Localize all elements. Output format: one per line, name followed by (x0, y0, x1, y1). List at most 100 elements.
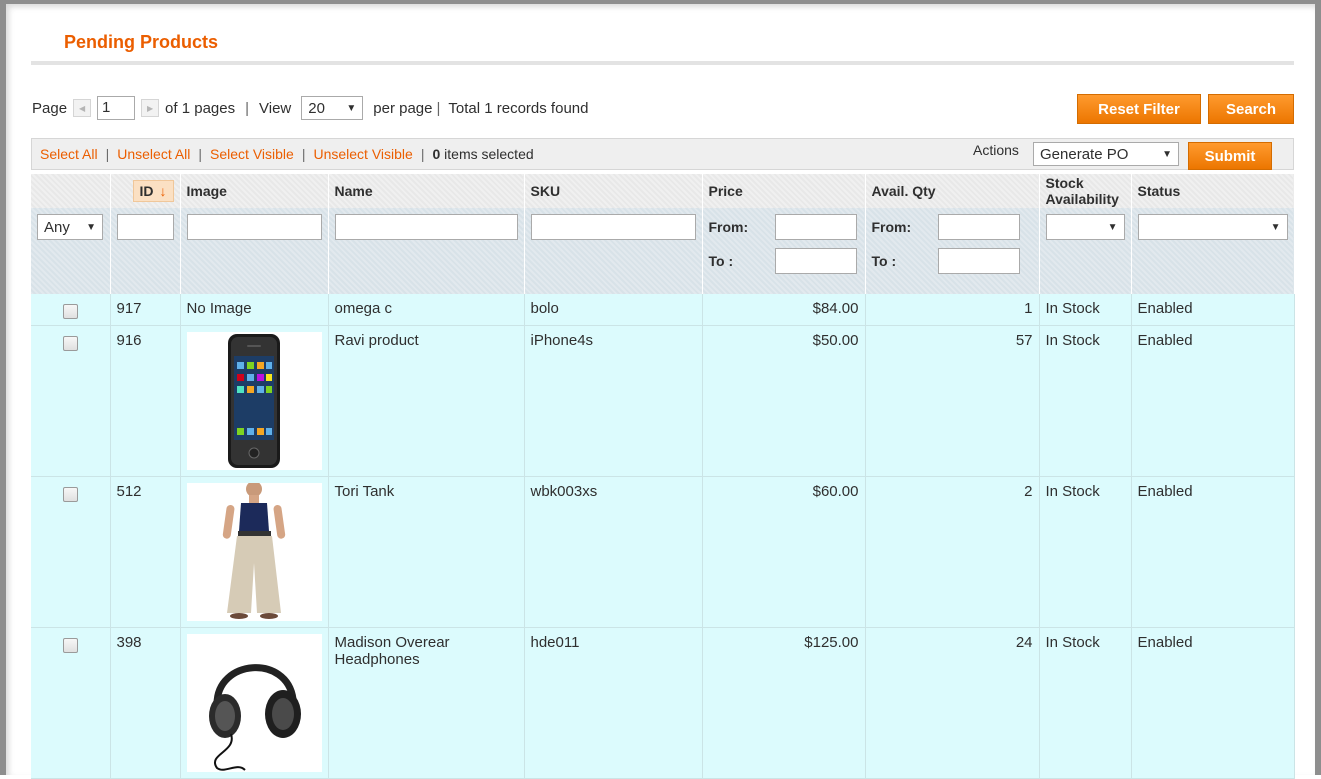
stock-filter-select[interactable]: ▼ (1045, 214, 1125, 240)
per-page-value: 20 (308, 99, 325, 117)
row-checkbox-cell (31, 476, 111, 628)
table-row[interactable]: 398 Madison Overear Headphones hde011 $1… (31, 627, 1295, 779)
row-checkbox[interactable] (62, 304, 78, 319)
cell-sku: hde011 (524, 627, 703, 779)
cell-qty: 2 (865, 476, 1040, 628)
filter-status-cell: ▼ (1131, 208, 1295, 294)
row-checkbox[interactable] (62, 336, 78, 351)
page-input[interactable]: 1 (97, 96, 136, 120)
actions-label: Actions (973, 142, 1019, 158)
triangle-down-icon: ▼ (346, 102, 357, 114)
header-image[interactable]: Image (180, 174, 329, 208)
header-id[interactable]: ID ↓ (110, 174, 181, 208)
cell-image (180, 476, 329, 628)
header-stock[interactable]: Stock Availability (1039, 174, 1132, 208)
title-divider (31, 61, 1294, 65)
cell-status: Enabled (1131, 325, 1295, 477)
cell-sku: bolo (524, 294, 703, 326)
table-row[interactable]: 512 Tori Tank wbk003xs $60.00 2 In Stock… (31, 476, 1295, 628)
header-name[interactable]: Name (328, 174, 525, 208)
id-filter-input[interactable] (116, 214, 174, 240)
qty-from-input[interactable] (937, 214, 1020, 240)
name-filter-input[interactable] (334, 214, 518, 240)
next-page-icon[interactable]: ▶ (141, 99, 160, 117)
triangle-down-icon: ▼ (86, 221, 96, 233)
qty-from-label: From: (871, 219, 912, 235)
row-checkbox[interactable] (62, 638, 78, 653)
smartphone-image (227, 334, 280, 468)
product-thumbnail (186, 634, 322, 772)
price-from-input[interactable] (774, 214, 857, 240)
products-grid: ID ↓ Image Name SKU Price Avail. Qty Stoc… (31, 174, 1295, 779)
cell-status: Enabled (1131, 476, 1295, 628)
submit-button[interactable]: Submit (1188, 142, 1272, 170)
cell-sku: iPhone4s (524, 325, 703, 477)
cell-status: Enabled (1131, 627, 1295, 779)
header-qty[interactable]: Avail. Qty (865, 174, 1040, 208)
tank-top-model-image (222, 483, 285, 619)
filter-select-cell: Any ▼ (31, 208, 111, 294)
per-page-text: per page (373, 99, 433, 117)
cell-price: $84.00 (702, 294, 866, 326)
filter-stock-cell: ▼ (1039, 208, 1132, 294)
row-checkbox-cell (31, 294, 111, 326)
filter-row: Any ▼ From: To : From: To : ▼ ▼ (31, 208, 1295, 294)
header-sku[interactable]: SKU (524, 174, 703, 208)
table-row[interactable]: 917 No Image omega c bolo $84.00 1 In St… (31, 294, 1295, 326)
link-separator: | (198, 146, 203, 162)
sort-desc-arrow-icon: ↓ (159, 183, 167, 199)
product-thumbnail (186, 332, 322, 470)
cell-stock: In Stock (1039, 627, 1132, 779)
any-select[interactable]: Any ▼ (37, 214, 103, 240)
cell-price: $60.00 (702, 476, 866, 628)
per-page-select[interactable]: 20 ▼ (301, 96, 364, 120)
filter-qty-cell: From: To : (865, 208, 1040, 294)
link-separator: | (301, 146, 306, 162)
link-separator: | (420, 146, 425, 162)
triangle-down-icon: ▼ (1107, 221, 1118, 233)
cell-stock: In Stock (1039, 476, 1132, 628)
row-checkbox[interactable] (62, 487, 78, 502)
prev-page-icon[interactable]: ◀ (73, 99, 92, 117)
table-row[interactable]: 916 Ravi product iPhone4s $50.00 57 In S… (31, 325, 1295, 477)
pager-separator: | (245, 99, 250, 117)
filter-sku-cell (524, 208, 703, 294)
product-thumbnail (186, 483, 322, 621)
cell-id: 398 (110, 627, 181, 779)
filter-image-cell (180, 208, 329, 294)
header-price[interactable]: Price (702, 174, 866, 208)
page-title: Pending Products (64, 32, 219, 52)
cell-image (180, 627, 329, 779)
cell-name: Madison Overear Headphones (328, 627, 525, 779)
cell-name: Ravi product (328, 325, 525, 477)
status-filter-select[interactable]: ▼ (1137, 214, 1288, 240)
sku-filter-input[interactable] (530, 214, 696, 240)
price-from-label: From: (708, 219, 749, 235)
image-filter-input[interactable] (186, 214, 322, 240)
action-value: Generate PO (1040, 145, 1129, 163)
qty-to-input[interactable] (937, 248, 1020, 274)
select-all-link[interactable]: Select All (40, 146, 98, 162)
unselect-all-link[interactable]: Unselect All (117, 146, 190, 162)
cell-price: $125.00 (702, 627, 866, 779)
cell-image: No Image (180, 294, 329, 326)
cell-qty: 57 (865, 325, 1040, 477)
cell-sku: wbk003xs (524, 476, 703, 628)
price-to-label: To : (708, 253, 734, 269)
selected-count: 0 items selected (432, 146, 534, 162)
reset-filter-button[interactable]: Reset Filter (1077, 94, 1201, 124)
header-row: ID ↓ Image Name SKU Price Avail. Qty Stoc… (31, 174, 1295, 208)
search-button[interactable]: Search (1208, 94, 1294, 124)
header-status[interactable]: Status (1131, 174, 1295, 208)
pager-separator: | (436, 99, 441, 117)
select-visible-link[interactable]: Select Visible (210, 146, 294, 162)
pager: Page ◀ 1 ▶ of 1 pages | View 20 ▼ per pa… (32, 94, 588, 122)
triangle-down-icon: ▼ (1162, 148, 1172, 160)
actions-select[interactable]: Generate PO ▼ (1033, 142, 1179, 166)
of-pages-text: of 1 pages (165, 99, 236, 117)
filter-name-cell (328, 208, 525, 294)
price-to-input[interactable] (774, 248, 857, 274)
headphones-image (208, 664, 301, 771)
qty-to-label: To : (871, 253, 897, 269)
unselect-visible-link[interactable]: Unselect Visible (313, 146, 412, 162)
